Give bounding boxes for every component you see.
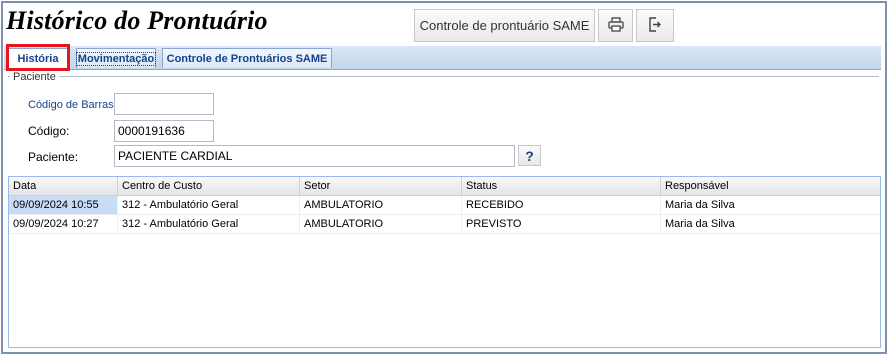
patient-input[interactable]: [114, 145, 515, 167]
cell-status: PREVISTO: [462, 215, 661, 233]
page-title: Histórico do Prontuário: [6, 6, 268, 35]
same-control-button[interactable]: Controle de prontuário SAME: [414, 9, 595, 42]
table-row[interactable]: 09/09/2024 10:27 312 - Ambulatório Geral…: [9, 215, 880, 234]
cell-cost-center: 312 - Ambulatório Geral: [118, 215, 300, 233]
highlight-box: [6, 44, 70, 71]
cell-status: RECEBIDO: [462, 196, 661, 214]
barcode-label: Código de Barras: [28, 99, 114, 111]
cell-date: 09/09/2024 10:55: [9, 196, 118, 214]
column-header-responsavel[interactable]: Responsável: [661, 177, 880, 195]
grid-header: Data Centro de Custo Setor Status Respon…: [9, 177, 880, 196]
column-header-status[interactable]: Status: [462, 177, 661, 195]
code-label: Código:: [28, 124, 70, 138]
barcode-input[interactable]: [114, 93, 214, 115]
cell-cost-center: 312 - Ambulatório Geral: [118, 196, 300, 214]
patient-label: Paciente:: [28, 150, 79, 164]
cell-sector: AMBULATORIO: [300, 196, 462, 214]
exit-button[interactable]: [636, 9, 674, 42]
cell-sector: AMBULATORIO: [300, 215, 462, 233]
patient-legend: Paciente: [10, 71, 59, 83]
tab-controle-same[interactable]: Controle de Prontuários SAME: [162, 48, 332, 68]
printer-icon: [607, 16, 624, 35]
column-header-data[interactable]: Data: [9, 177, 118, 195]
cell-date: 09/09/2024 10:27: [9, 215, 118, 233]
column-header-setor[interactable]: Setor: [300, 177, 462, 195]
print-button[interactable]: [598, 9, 633, 42]
column-header-centro-custo[interactable]: Centro de Custo: [118, 177, 300, 195]
help-button[interactable]: ?: [518, 145, 541, 166]
tab-movimentacao[interactable]: Movimentação: [75, 48, 157, 68]
history-grid: Data Centro de Custo Setor Status Respon…: [8, 176, 881, 348]
cell-responsible: Maria da Silva: [665, 199, 735, 211]
table-row[interactable]: 09/09/2024 10:55 312 - Ambulatório Geral…: [9, 196, 880, 215]
tab-bar: História Movimentação Controle de Prontu…: [4, 46, 881, 70]
code-input[interactable]: [114, 120, 214, 142]
exit-icon: [648, 16, 662, 35]
tab-movimentacao-label: Movimentação: [75, 51, 157, 66]
cell-responsible: Maria da Silva: [665, 218, 735, 230]
